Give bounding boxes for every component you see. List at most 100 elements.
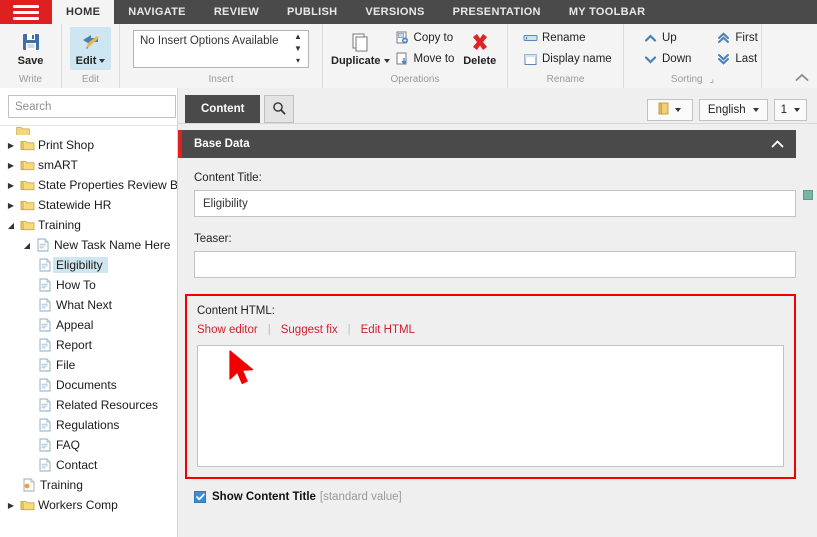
- tree-node-smart[interactable]: ▶ smART: [0, 155, 177, 175]
- tree-node-label: What Next: [54, 298, 112, 312]
- delete-button-label: Delete: [463, 55, 496, 67]
- double-chevron-up-icon: [715, 31, 731, 45]
- content-html-editor[interactable]: [197, 345, 784, 467]
- save-button-label: Save: [18, 55, 44, 67]
- chevron-right-icon[interactable]: ▶: [4, 141, 18, 150]
- tree-node-workers-comp[interactable]: ▶ Workers Comp: [0, 495, 177, 515]
- chevron-right-icon[interactable]: ▶: [4, 161, 18, 170]
- duplicate-button[interactable]: Duplicate: [329, 27, 392, 70]
- teaser-input[interactable]: [194, 251, 796, 278]
- chevron-right-icon[interactable]: ▶: [4, 181, 18, 190]
- page-icon: [36, 438, 54, 452]
- tree-node-state-properties-review-board[interactable]: ▶ State Properties Review Board: [0, 175, 177, 195]
- copy-to-button[interactable]: Copy to: [392, 29, 459, 47]
- suggest-fix-link[interactable]: Suggest fix: [281, 324, 338, 336]
- insert-options-list[interactable]: No Insert Options Available ▲ ▼ ▾: [133, 30, 309, 68]
- sort-down-button[interactable]: Down: [640, 50, 695, 68]
- content-title-input[interactable]: [194, 190, 796, 217]
- ribbon-group-write-label: Write: [0, 73, 61, 88]
- tree-node-how-to[interactable]: How To: [0, 275, 177, 295]
- folder-icon: [18, 199, 36, 212]
- tree-node-print-shop[interactable]: ▶ Print Shop: [0, 135, 177, 155]
- content-html-highlight-box: Content HTML: Show editor | Suggest fix …: [185, 294, 796, 479]
- chevron-down-expanded-icon[interactable]: ◢: [4, 221, 18, 230]
- menu-tab-versions[interactable]: VERSIONS: [351, 0, 438, 24]
- tree-node-file[interactable]: File: [0, 355, 177, 375]
- tree-node-new-task-name-here[interactable]: ◢ New Task Name Here: [0, 235, 177, 255]
- show-content-title-checkbox[interactable]: [194, 491, 206, 503]
- menu-tab-publish[interactable]: PUBLISH: [273, 0, 351, 24]
- language-label: English: [708, 104, 746, 116]
- tree-node-regulations[interactable]: Regulations: [0, 415, 177, 435]
- menu-tab-home[interactable]: HOME: [52, 0, 114, 24]
- tree-node-what-next[interactable]: What Next: [0, 295, 177, 315]
- dialog-launcher-icon[interactable]: ⌟: [709, 74, 714, 85]
- delete-button[interactable]: Delete: [458, 27, 501, 70]
- base-data-section-header[interactable]: Base Data: [178, 130, 796, 158]
- tree-node-contact[interactable]: Contact: [0, 455, 177, 475]
- show-content-title-row: Show Content Title [standard value]: [194, 491, 817, 503]
- sort-last-button[interactable]: Last: [713, 50, 761, 68]
- content-html-label: Content HTML:: [197, 305, 784, 317]
- tree-node-label: State Properties Review Board: [36, 178, 177, 192]
- menu-tab-navigate[interactable]: NAVIGATE: [114, 0, 200, 24]
- top-menu-bar: HOME NAVIGATE REVIEW PUBLISH VERSIONS PR…: [0, 0, 817, 24]
- duplicate-button-label: Duplicate: [331, 55, 381, 67]
- sort-up-button[interactable]: Up: [640, 29, 695, 47]
- tree-node-label: How To: [54, 278, 96, 292]
- show-content-title-label: Show Content Title: [212, 491, 316, 503]
- tree-node-appeal[interactable]: Appeal: [0, 315, 177, 335]
- collapse-ribbon-icon[interactable]: [795, 73, 809, 85]
- show-editor-link[interactable]: Show editor: [197, 324, 258, 336]
- tree-node-related-resources[interactable]: Related Resources: [0, 395, 177, 415]
- folder-icon: [18, 159, 36, 172]
- tree-node-partial[interactable]: [0, 126, 177, 135]
- save-button[interactable]: Save: [8, 27, 53, 70]
- page-icon: [34, 238, 52, 252]
- lock-state-dropdown[interactable]: [647, 99, 693, 121]
- edit-html-link[interactable]: Edit HTML: [361, 324, 415, 336]
- page-icon: [36, 458, 54, 472]
- tab-content[interactable]: Content: [185, 95, 260, 123]
- ribbon-toolbar: Save Write Edit: [0, 24, 817, 89]
- spinner-arrows-icon[interactable]: ▲ ▼ ▾: [290, 31, 308, 67]
- tree-node-statewide-hr[interactable]: ▶ Statewide HR: [0, 195, 177, 215]
- tab-search-button[interactable]: [264, 95, 294, 123]
- language-dropdown[interactable]: English: [699, 99, 768, 121]
- tree-node-label: FAQ: [54, 438, 80, 452]
- tree-node-documents[interactable]: Documents: [0, 375, 177, 395]
- menu-tab-review[interactable]: REVIEW: [200, 0, 273, 24]
- version-label: 1: [781, 104, 787, 116]
- tree-node-label: Related Resources: [54, 398, 158, 412]
- hamburger-menu-icon[interactable]: [0, 0, 52, 24]
- chevron-down-icon[interactable]: [384, 59, 390, 63]
- folder-icon: [18, 179, 36, 192]
- chevron-up-icon: [642, 31, 658, 45]
- search-input[interactable]: [8, 95, 176, 118]
- display-name-button[interactable]: Display name: [520, 50, 616, 68]
- rename-button[interactable]: Rename: [520, 29, 616, 47]
- base-data-form: Content Title: Teaser:: [178, 158, 817, 278]
- tree-node-label: Contact: [54, 458, 97, 472]
- move-to-button[interactable]: Move to: [392, 50, 459, 68]
- section-status-marker: [803, 190, 813, 200]
- chevron-down-icon[interactable]: [99, 59, 105, 63]
- chevron-right-icon[interactable]: ▶: [4, 201, 18, 210]
- menu-tab-presentation[interactable]: PRESENTATION: [439, 0, 555, 24]
- tree-node-report[interactable]: Report: [0, 335, 177, 355]
- content-tree[interactable]: ▶ Print Shop ▶ smART ▶ State Properties …: [0, 126, 177, 536]
- rename-textbox-icon: [522, 31, 538, 45]
- tree-node-faq[interactable]: FAQ: [0, 435, 177, 455]
- chevron-up-icon[interactable]: [771, 137, 784, 151]
- chevron-down-expanded-icon[interactable]: ◢: [20, 241, 34, 250]
- chevron-right-icon[interactable]: ▶: [4, 501, 18, 510]
- tree-node-eligibility[interactable]: Eligibility: [0, 255, 177, 275]
- tree-node-training-page[interactable]: Training: [0, 475, 177, 495]
- tree-node-training-folder[interactable]: ◢ Training: [0, 215, 177, 235]
- version-dropdown[interactable]: 1: [774, 99, 807, 121]
- sort-first-button[interactable]: First: [713, 29, 761, 47]
- ribbon-group-operations: Duplicate Copy to: [323, 24, 508, 88]
- menu-tab-my-toolbar[interactable]: MY TOOLBAR: [555, 0, 660, 24]
- edit-button[interactable]: Edit: [70, 27, 111, 70]
- copy-to-icon: [394, 31, 410, 45]
